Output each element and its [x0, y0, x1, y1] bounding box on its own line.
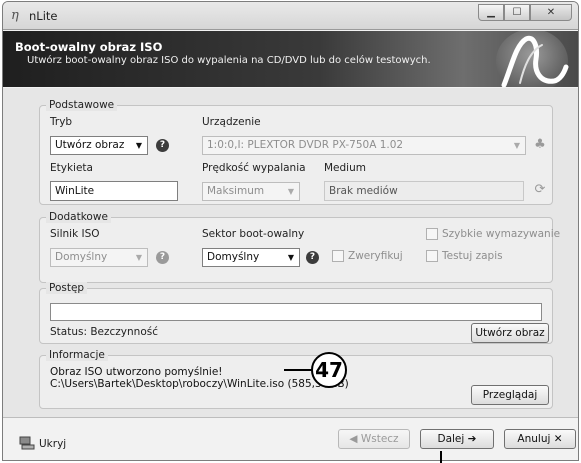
boot-sector-select[interactable]: Domyślny ▼: [202, 248, 300, 267]
device-select[interactable]: 1:0:0,I: PLEXTOR DVDR PX-750A 1.02 ▼: [202, 136, 526, 155]
close-icon: ✕: [546, 7, 556, 18]
hide-button[interactable]: Ukryj: [39, 438, 66, 450]
checkbox-icon: [332, 250, 344, 262]
create-image-button[interactable]: Utwórz obraz: [471, 323, 549, 343]
info-group-legend: Informacje: [46, 349, 108, 361]
maximize-icon: ☐: [512, 7, 522, 18]
page-title: Boot-owalny obraz ISO: [15, 40, 163, 54]
test-write-checkbox[interactable]: Testuj zapis: [426, 250, 503, 262]
basic-group-legend: Podstawowe: [46, 99, 118, 111]
chevron-down-icon: ▼: [287, 253, 295, 262]
pointer-line: [440, 451, 442, 463]
boot-sector-value: Domyślny: [207, 251, 260, 263]
refresh-icon[interactable]: ⟳: [532, 182, 548, 198]
mode-help-icon[interactable]: ?: [156, 139, 169, 152]
back-button[interactable]: ◀ Wstecz: [338, 429, 410, 449]
back-label: Wstecz: [360, 433, 399, 445]
title-bar: η nLite ▁ ☐ ✕: [3, 2, 578, 30]
nlite-header-logo-icon: [496, 31, 569, 87]
mode-value: Utwórz obraz: [55, 139, 125, 151]
mode-label: Tryb: [50, 116, 73, 128]
advanced-group-legend: Dodatkowe: [46, 211, 111, 223]
device-label: Urządzenie: [202, 116, 261, 128]
maximize-button[interactable]: ☐: [504, 4, 530, 21]
chevron-down-icon: ▼: [135, 141, 143, 150]
chevron-down-icon: ▼: [287, 187, 295, 196]
boot-sector-label: Sektor boot-owalny: [202, 228, 305, 240]
nlite-window: η nLite ▁ ☐ ✕ Boot-owalny obraz ISO Utwó…: [2, 1, 579, 461]
page-header: Boot-owalny obraz ISO Utwórz boot-owalny…: [3, 31, 578, 87]
nlite-logo-icon: η: [11, 8, 19, 23]
device-value: 1:0:0,I: PLEXTOR DVDR PX-750A 1.02: [207, 139, 404, 151]
page-subtitle: Utwórz boot-owalny obraz ISO do wypaleni…: [27, 55, 431, 66]
cancel-label: Anuluj: [517, 433, 551, 445]
info-path: C:\Users\Bartek\Desktop\roboczy\WinLite.…: [50, 378, 349, 390]
speed-value: Maksimum: [207, 185, 265, 197]
verify-label: Zweryfikuj: [348, 250, 403, 262]
medium-value: Brak mediów: [324, 181, 524, 201]
quick-erase-label: Szybkie wymazywanie: [442, 228, 561, 240]
callout-line: [284, 369, 312, 371]
window-title: nLite: [29, 9, 58, 23]
iso-engine-label: Silnik ISO: [50, 228, 100, 240]
advanced-group: Dodatkowe Silnik ISO Domyślny ▼ ? Sektor…: [39, 211, 560, 283]
info-group: Informacje Obraz ISO utworzono pomyślnie…: [39, 349, 553, 409]
boot-sector-help-icon[interactable]: ?: [306, 251, 319, 264]
chevron-down-icon: ▼: [135, 253, 143, 262]
mode-select[interactable]: Utwórz obraz ▼: [50, 136, 148, 155]
chevron-down-icon: ▼: [513, 141, 521, 150]
quick-erase-checkbox[interactable]: Szybkie wymazywanie: [426, 228, 560, 240]
cancel-icon: ✕: [553, 433, 563, 445]
iso-engine-select[interactable]: Domyślny ▼: [50, 248, 148, 267]
speed-select[interactable]: Maksimum ▼: [202, 182, 300, 201]
minimize-button[interactable]: ▁: [478, 4, 504, 21]
speed-label: Prędkość wypalania: [202, 162, 306, 174]
progress-group: Postęp Status: Bezczynność Utwórz obraz: [39, 282, 553, 344]
status-text: Status: Bezczynność: [50, 326, 158, 338]
next-label: Dalej: [437, 433, 465, 445]
test-write-label: Testuj zapis: [442, 250, 503, 262]
next-arrow-icon: ➔: [467, 433, 477, 445]
minimize-icon: ▁: [487, 7, 495, 18]
callout-number: 47: [311, 352, 347, 388]
checkbox-icon: [426, 228, 438, 240]
iso-engine-help-icon[interactable]: ?: [156, 251, 169, 264]
window-controls: ▁ ☐ ✕: [478, 4, 572, 21]
medium-label: Medium: [324, 162, 366, 174]
verify-checkbox[interactable]: Zweryfikuj: [332, 250, 403, 262]
iso-engine-value: Domyślny: [55, 251, 108, 263]
cancel-button[interactable]: Anuluj ✕: [504, 429, 576, 449]
next-button[interactable]: Dalej ➔: [420, 429, 494, 449]
label-input[interactable]: WinLite: [50, 181, 178, 201]
close-button[interactable]: ✕: [530, 4, 572, 21]
label-label: Etykieta: [50, 162, 93, 174]
progress-bar: [50, 303, 542, 321]
info-message: Obraz ISO utworzono pomyślnie!: [50, 366, 223, 378]
computer-icon: [19, 436, 35, 450]
checkbox-icon: [426, 250, 438, 262]
progress-group-legend: Postęp: [46, 282, 88, 294]
back-arrow-icon: ◀: [349, 433, 358, 445]
drive-tools-icon[interactable]: ♣: [532, 137, 548, 153]
browse-button[interactable]: Przeglądaj: [471, 385, 549, 405]
basic-group: Podstawowe Tryb Utwórz obraz ▼ ? Urządze…: [39, 99, 553, 205]
